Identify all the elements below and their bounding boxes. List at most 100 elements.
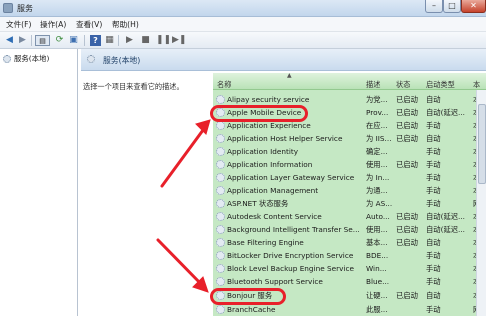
service-gear-icon <box>216 173 225 182</box>
gear-icon <box>3 54 11 63</box>
toolbar-separator <box>84 35 85 46</box>
service-startup-type: 手动 <box>426 264 441 273</box>
service-startup-type: 自动 <box>426 134 441 143</box>
service-status: 已启动 <box>396 95 418 104</box>
service-gear-icon <box>216 238 225 247</box>
table-row[interactable]: Application Management 为通... 手动 本 <box>213 184 486 197</box>
service-description: Blue... <box>366 277 390 286</box>
column-header-startup-type[interactable]: 启动类型 <box>426 80 455 90</box>
table-row[interactable]: Background Intelligent Transfer Se... 使用… <box>213 223 486 236</box>
column-header-description[interactable]: 描述 <box>366 80 380 90</box>
service-gear-icon <box>216 160 225 169</box>
service-name: Block Level Backup Engine Service <box>227 264 354 273</box>
service-description: 为通... <box>366 186 388 195</box>
tree-item-services-local[interactable]: 服务(本地) <box>3 53 49 64</box>
service-gear-icon <box>216 212 225 221</box>
service-gear-icon <box>216 95 225 104</box>
highlight-bonjour-service <box>210 288 286 305</box>
back-icon[interactable]: ◀ <box>4 35 15 46</box>
window-title: 服务 <box>17 4 33 13</box>
service-description: BDE... <box>366 251 389 260</box>
gear-icon <box>87 55 95 63</box>
service-description: 此服... <box>366 305 388 314</box>
tree-item-label: 服务(本地) <box>14 54 50 63</box>
service-status: 已启动 <box>396 212 418 221</box>
service-startup-type: 自动 <box>426 291 441 300</box>
table-row[interactable]: Application Identity 确定... 手动 本 <box>213 145 486 158</box>
service-status: 已启动 <box>396 291 418 300</box>
service-status: 已启动 <box>396 225 418 234</box>
table-row[interactable]: Block Level Backup Engine Service Win...… <box>213 262 486 275</box>
table-row[interactable]: Application Layer Gateway Service 为 In..… <box>213 171 486 184</box>
service-gear-icon <box>216 305 225 314</box>
restart-icon[interactable]: ▶❚ <box>172 35 186 46</box>
service-description: 为 In... <box>366 173 390 182</box>
table-row[interactable]: Application Information 使用... 已启动 手动 本 <box>213 158 486 171</box>
service-description: Auto... <box>366 212 390 221</box>
service-name: Application Host Helper Service <box>227 134 343 143</box>
service-description: 让硬... <box>366 291 388 300</box>
minimize-button[interactable]: – <box>425 0 443 13</box>
table-row[interactable]: Autodesk Content Service Auto... 已启动 自动(… <box>213 210 486 223</box>
help-icon[interactable]: ? <box>90 35 101 46</box>
service-name: Background Intelligent Transfer Se... <box>227 225 360 234</box>
service-startup-type: 手动 <box>426 160 441 169</box>
service-startup-type: 手动 <box>426 277 441 286</box>
service-startup-type: 自动(延迟... <box>426 108 465 117</box>
service-gear-icon <box>216 121 225 130</box>
service-description: 使用... <box>366 160 388 169</box>
properties-icon[interactable]: ▦ <box>104 35 115 46</box>
service-startup-type: 手动 <box>426 186 441 195</box>
service-name: Base Filtering Engine <box>227 238 304 247</box>
refresh-icon[interactable]: ⟳ <box>54 35 65 46</box>
service-gear-icon <box>216 134 225 143</box>
service-startup-type: 手动 <box>426 199 441 208</box>
maximize-button[interactable]: □ <box>443 0 461 13</box>
forward-icon[interactable]: ▶ <box>17 35 28 46</box>
console-tree: 服务(本地) <box>0 49 78 316</box>
column-header-status[interactable]: 状态 <box>396 80 410 90</box>
service-name: ASP.NET 状态服务 <box>227 199 289 208</box>
stop-icon[interactable]: ■ <box>140 35 151 46</box>
toolbar-separator <box>118 35 119 46</box>
service-name: Bluetooth Support Service <box>227 277 323 286</box>
toolbar-separator <box>31 35 32 46</box>
column-header-name[interactable]: 名称 <box>217 80 231 90</box>
table-row[interactable]: Base Filtering Engine 基本... 已启动 自动 本 <box>213 236 486 249</box>
description-text: 选择一个项目来查看它的描述。 <box>83 82 184 91</box>
pause-icon[interactable]: ❚❚ <box>156 35 171 46</box>
service-name: Application Identity <box>227 147 299 156</box>
service-description: 使用... <box>366 225 388 234</box>
column-header: 名称 ▲ 描述 状态 启动类型 本 <box>213 72 486 90</box>
service-description: 为 AS... <box>366 199 393 208</box>
service-name: Application Information <box>227 160 313 169</box>
menu-file[interactable]: 文件(F) <box>6 19 31 30</box>
column-header-logon[interactable]: 本 <box>473 80 480 90</box>
close-button[interactable]: ✕ <box>461 0 486 13</box>
service-startup-type: 自动(延迟... <box>426 212 465 221</box>
menu-view[interactable]: 查看(V) <box>76 19 102 30</box>
service-gear-icon <box>216 277 225 286</box>
service-description: 为 IIS... <box>366 134 392 143</box>
service-startup-type: 手动 <box>426 147 441 156</box>
service-name: Application Management <box>227 186 319 195</box>
service-startup-type: 自动(延迟... <box>426 225 465 234</box>
menu-action[interactable]: 操作(A) <box>40 19 66 30</box>
scrollbar-thumb[interactable] <box>478 104 486 184</box>
table-row[interactable]: Application Host Helper Service 为 IIS...… <box>213 132 486 145</box>
export-icon[interactable]: ▣ <box>68 35 79 46</box>
table-row[interactable]: ASP.NET 状态服务 为 AS... 手动 网 <box>213 197 486 210</box>
menu-help[interactable]: 帮助(H) <box>112 19 139 30</box>
vertical-scrollbar[interactable] <box>476 90 486 316</box>
table-row[interactable]: BitLocker Drive Encryption Service BDE..… <box>213 249 486 262</box>
toolbar: ◀ ▶ ▤ ⟳ ▣ ? ▦ ▶ ■ ❚❚ ▶❚ <box>0 32 486 49</box>
show-tree-icon[interactable]: ▤ <box>35 35 50 46</box>
table-row[interactable]: Bluetooth Support Service Blue... 手动 本 <box>213 275 486 288</box>
service-description: 在应... <box>366 121 388 130</box>
service-status: 已启动 <box>396 108 418 117</box>
service-startup-type: 手动 <box>426 251 441 260</box>
service-startup-type: 手动 <box>426 173 441 182</box>
service-startup-type: 自动 <box>426 238 441 247</box>
menu-bar: 文件(F) 操作(A) 查看(V) 帮助(H) <box>0 17 486 32</box>
start-icon[interactable]: ▶ <box>124 35 135 46</box>
